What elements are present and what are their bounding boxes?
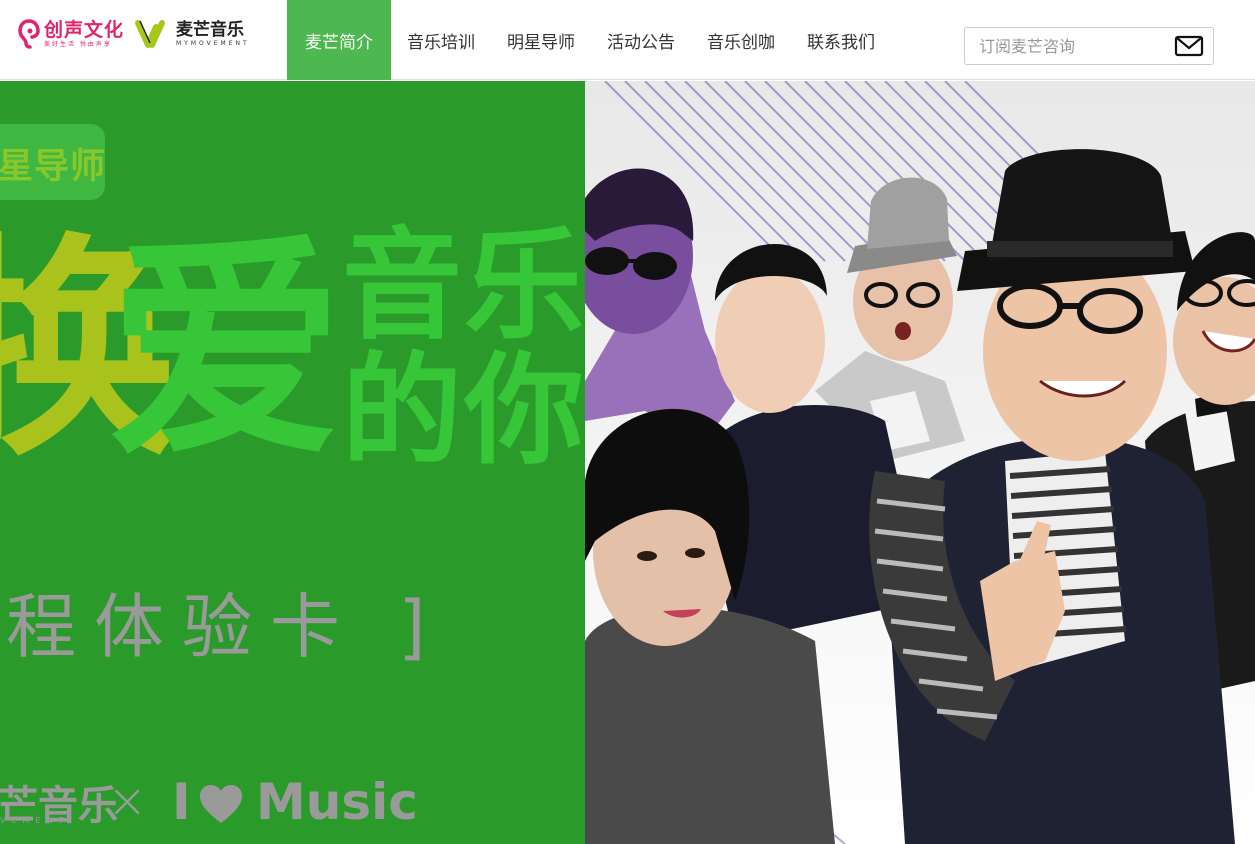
mentor-1	[585, 168, 735, 441]
subscribe-box	[964, 27, 1214, 65]
maimang-logo-sub: MYMOVEMENT	[176, 40, 250, 47]
banner-title-line-2: 的你	[342, 342, 586, 481]
banner-brand-row: 芒音乐 VEMENT × I Music	[0, 771, 585, 831]
chuangsheng-logo-name: 创声文化	[44, 19, 125, 41]
banner-brand-maimang-sub: VEMENT	[0, 816, 70, 825]
maimang-logo[interactable]: 麦芒音乐 MYMOVEMENT	[134, 14, 250, 54]
nav-item-training[interactable]: 音乐培训	[391, 0, 491, 80]
mentors-group-photo	[585, 149, 1255, 844]
hero-banner[interactable]: 星导师 换 爱 音乐 的你 程体验卡 ] 芒音乐 VEMENT × I Musi…	[0, 81, 1255, 844]
banner-mentors-photo	[585, 81, 1255, 844]
banner-title: 换 爱 音乐 的你	[0, 227, 585, 477]
banner-tag-text: 星导师	[0, 147, 107, 187]
nav-item-events[interactable]: 活动公告	[591, 0, 691, 80]
banner-course-text: 程体验卡 ]	[6, 586, 444, 668]
banner-brand-music: Music	[256, 773, 418, 831]
banner-brand-i: I	[172, 773, 191, 831]
chuangsheng-logo[interactable]: 创声文化 美好生活 悦由声享	[18, 16, 124, 52]
banner-tag: 星导师	[0, 124, 105, 200]
maimang-logo-name: 麦芒音乐	[176, 20, 244, 40]
nav-item-about[interactable]: 麦芒简介	[287, 0, 391, 80]
nav-item-contact[interactable]: 联系我们	[791, 0, 891, 80]
site-header: 创声文化 美好生活 悦由声享 麦芒音乐 MYMOVEMENT 麦芒简介 音乐培训…	[0, 0, 1255, 80]
nav-item-mentors[interactable]: 明星导师	[491, 0, 591, 80]
heart-icon	[198, 783, 244, 825]
chuangsheng-logo-slogan: 美好生活 悦由声享	[44, 41, 112, 48]
chuangsheng-logo-icon	[18, 19, 40, 49]
subscribe-input[interactable]	[965, 28, 1165, 64]
banner-brand-cross: ×	[107, 773, 148, 829]
banner-title-line-1: 音乐	[342, 217, 586, 356]
main-nav: 麦芒简介 音乐培训 明星导师 活动公告 音乐创咖 联系我们	[287, 0, 891, 80]
banner-promo-panel: 星导师 换 爱 音乐 的你 程体验卡 ] 芒音乐 VEMENT × I Musi…	[0, 81, 585, 844]
maimang-logo-icon	[134, 15, 172, 53]
banner-title-char-2: 爱	[108, 215, 343, 488]
mail-icon[interactable]	[1174, 34, 1204, 58]
nav-item-music-cafe[interactable]: 音乐创咖	[691, 0, 791, 80]
